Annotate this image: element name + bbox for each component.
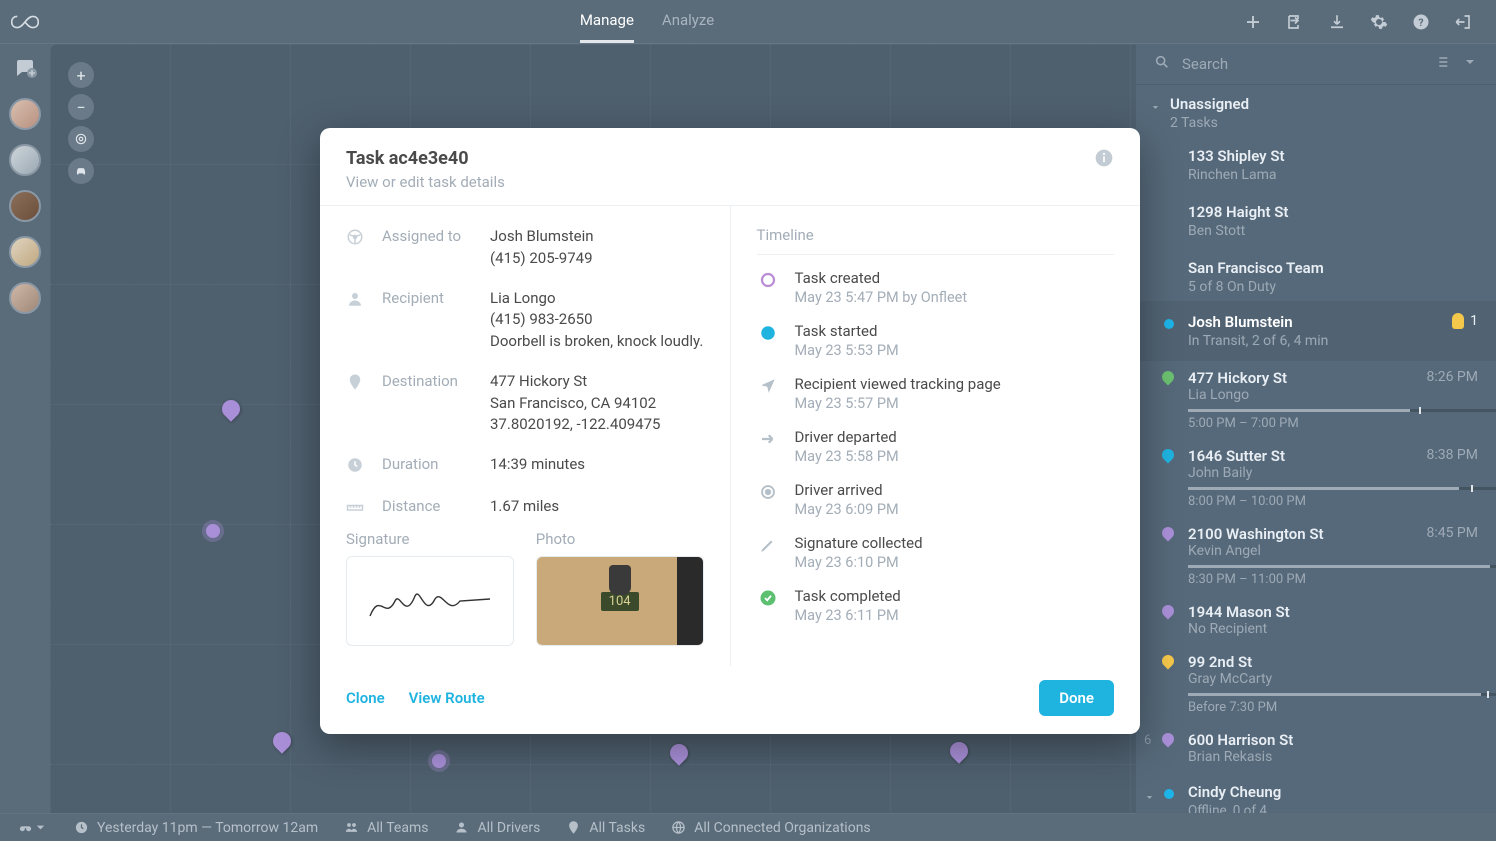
duration-value: 14:39 minutes: [490, 454, 585, 478]
photo-image[interactable]: 104: [536, 556, 704, 646]
timeline-title: Task started: [795, 322, 899, 340]
arrow-icon: [757, 428, 779, 465]
task-detail-modal: Task ac4e3e40 View or edit task details …: [320, 128, 1140, 734]
timeline-time: May 23 5:57 PM: [795, 395, 1001, 412]
field-label: Assigned to: [382, 226, 474, 270]
circle-open-icon: [757, 269, 779, 306]
timeline-item: Task created May 23 5:47 PM by Onfleet: [757, 269, 1115, 306]
clone-button[interactable]: Clone: [346, 689, 385, 707]
photo-label: Photo: [536, 530, 704, 548]
signature-label: Signature: [346, 530, 514, 548]
timeline-title: Task created: [795, 269, 968, 287]
timeline-item: Signature collected May 23 6:10 PM: [757, 534, 1115, 571]
person-icon: [346, 288, 366, 353]
clock-icon: [346, 454, 366, 478]
pin-icon: [346, 371, 366, 436]
distance-value: 1.67 miles: [490, 496, 559, 520]
pen-icon: [757, 534, 779, 571]
steering-icon: [346, 226, 366, 270]
timeline-item: Driver arrived May 23 6:09 PM: [757, 481, 1115, 518]
timeline-label: Timeline: [757, 226, 1115, 255]
modal-header: Task ac4e3e40 View or edit task details: [320, 128, 1140, 205]
timeline-time: May 23 6:10 PM: [795, 554, 923, 571]
timeline-title: Task completed: [795, 587, 901, 605]
timeline-time: May 23 5:53 PM: [795, 342, 899, 359]
timeline-time: May 23 5:47 PM by Onfleet: [795, 289, 968, 306]
field-label: Destination: [382, 371, 474, 436]
signature-image[interactable]: [346, 556, 514, 646]
timeline-title: Driver arrived: [795, 481, 899, 499]
timeline-item: Driver departed May 23 5:58 PM: [757, 428, 1115, 465]
info-icon[interactable]: [1094, 148, 1114, 191]
modal-title: Task ac4e3e40: [346, 148, 505, 169]
timeline-title: Driver departed: [795, 428, 899, 446]
ruler-icon: [346, 496, 366, 520]
modal-subtitle: View or edit task details: [346, 173, 505, 191]
timeline-time: May 23 6:09 PM: [795, 501, 899, 518]
photo-block: Photo 104: [536, 530, 704, 646]
destination-value: 477 Hickory StSan Francisco, CA 9410237.…: [490, 371, 660, 436]
check-icon: [757, 587, 779, 624]
modal-timeline: Timeline Task created May 23 5:47 PM by …: [731, 206, 1141, 666]
view-route-button[interactable]: View Route: [409, 689, 485, 707]
recipient-value: Lia Longo(415) 983-2650Doorbell is broke…: [490, 288, 703, 353]
timeline-item: Recipient viewed tracking page May 23 5:…: [757, 375, 1115, 412]
modal-details: Assigned to Josh Blumstein(415) 205-9749…: [320, 206, 731, 666]
timeline-title: Recipient viewed tracking page: [795, 375, 1001, 393]
done-button[interactable]: Done: [1039, 680, 1114, 716]
field-label: Duration: [382, 454, 474, 478]
signature-block: Signature: [346, 530, 514, 646]
timeline-item: Task completed May 23 6:11 PM: [757, 587, 1115, 624]
field-label: Distance: [382, 496, 474, 520]
circle-fill-icon: [757, 322, 779, 359]
field-label: Recipient: [382, 288, 474, 353]
timeline-item: Task started May 23 5:53 PM: [757, 322, 1115, 359]
assigned-value: Josh Blumstein(415) 205-9749: [490, 226, 594, 270]
nav-icon: [757, 375, 779, 412]
timeline-title: Signature collected: [795, 534, 923, 552]
modal-footer: Clone View Route Done: [320, 666, 1140, 734]
timeline-time: May 23 5:58 PM: [795, 448, 899, 465]
timeline-time: May 23 6:11 PM: [795, 607, 901, 624]
target-icon: [757, 481, 779, 518]
